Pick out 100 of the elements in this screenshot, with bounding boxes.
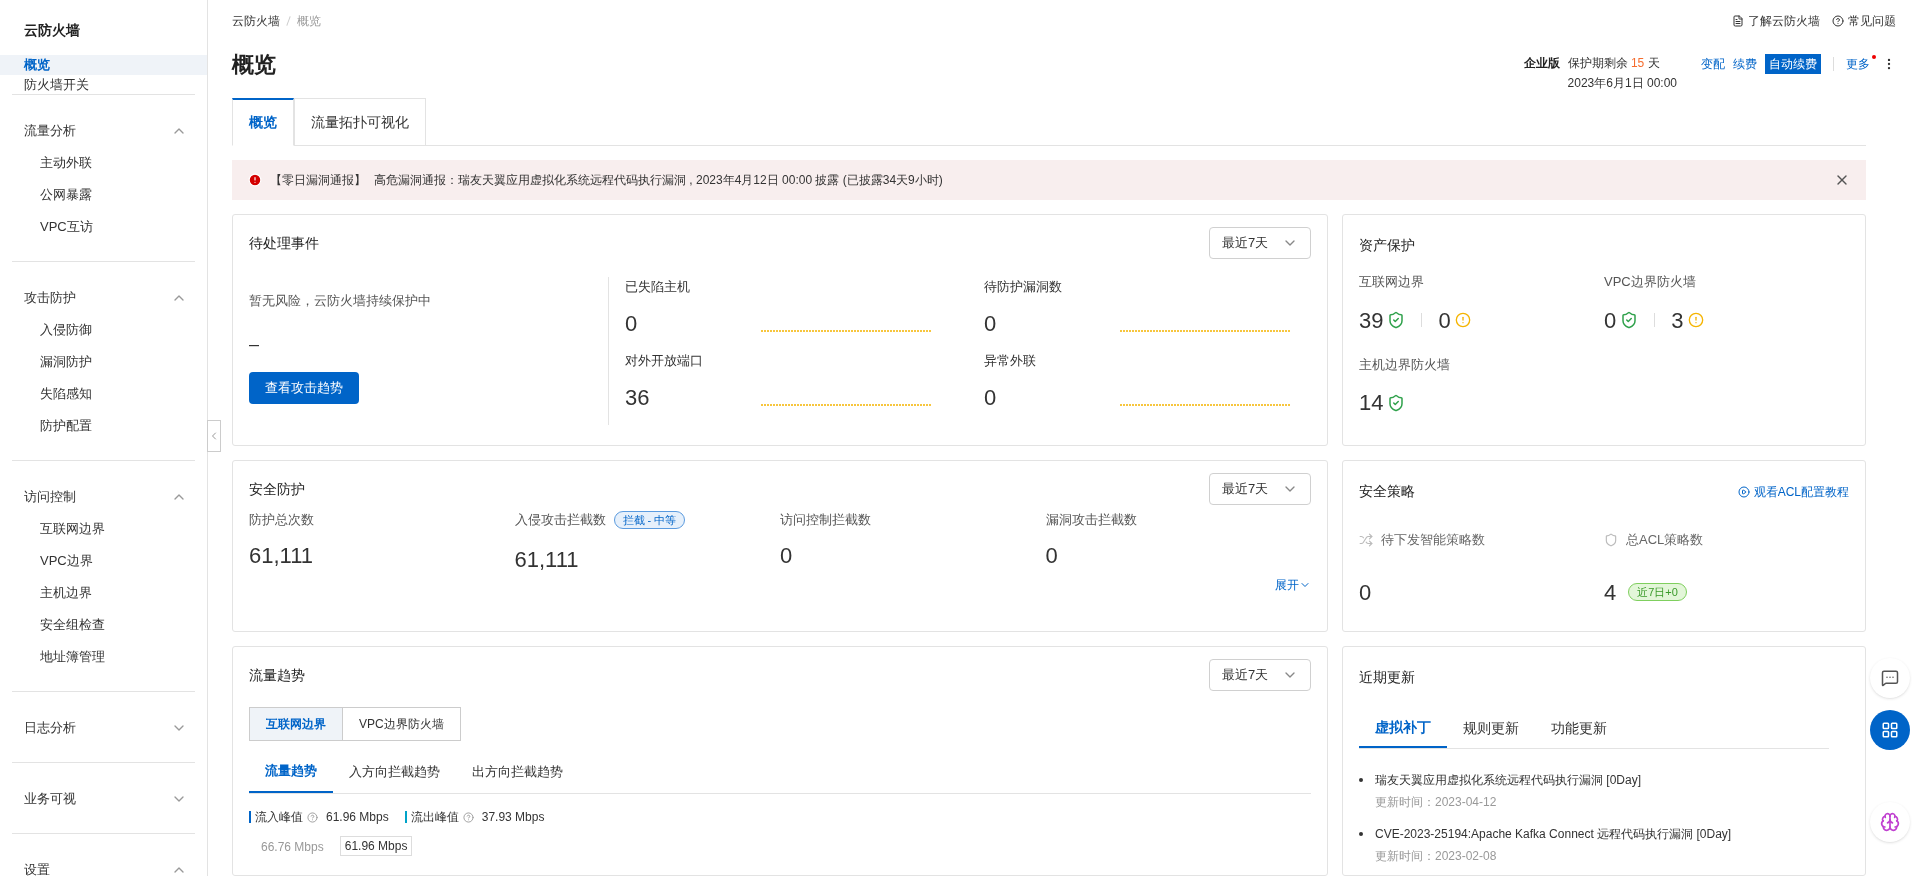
sidebar-group[interactable]: 攻击防护 [12,282,195,314]
update-tab[interactable]: 功能更新 [1535,708,1623,748]
warning-count: 3 [1671,306,1684,335]
shield-check-icon [1387,311,1406,329]
card-title: 安全策略 [1359,482,1415,501]
stat-label: 总ACL策略数 [1626,531,1704,549]
alert-icon [1454,312,1471,328]
expiry-date: 2023年6月1日 00:00 [1567,75,1677,92]
card-title: 资产保护 [1359,236,1416,255]
sidebar-item[interactable]: 互联网边界 [12,513,195,545]
peak-label: 流出峰值 [410,809,459,826]
sidebar-group[interactable]: 流量分析 [12,115,195,147]
sidebar-item[interactable]: 失陷感知 [12,378,195,410]
update-title[interactable]: CVE-2023-25194:Apache Kafka Connect 远程代码执行漏洞 [0Day] [1375,825,1732,843]
bullet-icon [1359,832,1363,836]
sidebar-item[interactable]: 主机边界 [12,577,195,609]
update-tab[interactable]: 规则更新 [1447,708,1535,748]
protected-count: 0 [1604,306,1617,335]
attack-trend-button[interactable]: 查看攻击趋势 [249,371,359,404]
segment-button[interactable]: VPC边界防火墙 [343,707,461,741]
sidebar-item[interactable]: 安全组检查 [12,609,195,641]
sidebar-item[interactable]: 防护配置 [12,410,195,442]
stat-value: 0 [1045,542,1059,570]
page-tab[interactable]: 流量拓扑可视化 [294,98,426,146]
range-select[interactable]: 最近7天 [1209,659,1311,691]
alert-icon [248,173,262,187]
trend-badge: 近7日+0 [1628,583,1687,601]
brain-icon [1880,812,1900,832]
peak-value: 61.96 Mbps [326,809,389,826]
metric-value: 0 [984,309,998,338]
sidebar-item[interactable]: 公网暴露 [12,179,195,211]
protected-count: 39 [1359,306,1384,335]
stat-label: 访问控制拦截数 [780,511,871,530]
action-link[interactable]: 续费 [1733,55,1757,73]
stat-value: 4 [1604,578,1617,607]
metric-value: 0 [625,309,639,338]
sidebar-item[interactable]: 概览 [0,55,207,75]
range-select[interactable]: 最近7天 [1209,473,1311,505]
action-link[interactable]: 变配 [1701,55,1725,73]
chart-tab[interactable]: 流量趋势 [249,751,333,793]
card-title: 流量趋势 [249,665,305,685]
dash-text: – [249,332,260,356]
card-title: 安全防护 [249,479,305,499]
sidebar-group[interactable]: 业务可视 [12,783,195,815]
more-link[interactable]: 更多 [1846,55,1874,73]
update-tab[interactable]: 虚拟补丁 [1359,708,1447,748]
shield-icon [1604,532,1618,547]
card-title: 近期更新 [1359,668,1416,687]
stat-value: 0 [780,542,794,570]
help-link[interactable]: 常见问题 [1832,12,1896,30]
shield-check-icon [1387,393,1406,412]
tutorial-link[interactable]: 观看ACL配置教程 [1737,482,1849,501]
metric-value: 0 [984,383,998,412]
sidebar-group[interactable]: 设置 [12,854,195,876]
asset-label: 互联网边界 [1359,273,1425,291]
chat-icon [1881,669,1899,687]
assistant-button[interactable] [1870,802,1910,842]
page-tab[interactable]: 概览 [232,98,294,146]
sidebar-title: 云防火墙 [23,21,81,40]
sidebar-item[interactable]: 防火墙开关 [0,74,207,94]
sidebar-item[interactable]: 漏洞防护 [12,346,195,378]
chart-tab[interactable]: 出方向拦截趋势 [456,751,579,793]
help-link[interactable]: 了解云防火墙 [1732,12,1820,30]
grid-icon [1881,721,1899,739]
sidebar-item[interactable]: VPC互访 [12,211,195,243]
range-select[interactable]: 最近7天 [1209,227,1311,259]
sidebar-group[interactable]: 日志分析 [12,712,195,744]
sidebar-item[interactable]: 地址簿管理 [12,641,195,673]
sidebar-item[interactable]: 主动外联 [12,147,195,179]
sidebar-item[interactable]: 入侵防御 [12,314,195,346]
stat-value: 61,111 [249,542,315,570]
document-icon [1732,15,1744,27]
stat-label: 漏洞攻击拦截数 [1045,511,1137,530]
help-icon [462,811,474,823]
expand-link[interactable]: 展开 [1275,576,1311,594]
axis-label: 66.76 Mbps [261,839,324,856]
page-title: 概览 [232,51,276,79]
help-icon [1832,15,1844,27]
sidebar-group[interactable]: 访问控制 [12,481,195,513]
asset-label: 主机边界防火墙 [1359,355,1451,374]
peak-value: 37.93 Mbps [481,809,545,826]
alert-text: 高危漏洞通报：瑞友天翼应用虚拟化系统远程代码执行漏洞 , 2023年4月12日 00:00 披露 (已披露34天9小时) [374,172,944,189]
play-icon [1737,485,1750,498]
auto-renew-button[interactable]: 自动续费 [1765,54,1821,74]
alert-icon [1687,312,1704,328]
peak-label: 流入峰值 [255,809,303,826]
stat-value: 0 [1359,578,1372,607]
update-title[interactable]: 瑞友天翼应用虚拟化系统远程代码执行漏洞 [0Day] [1375,771,1641,789]
chart-tab[interactable]: 入方向拦截趋势 [333,751,456,793]
sidebar-item[interactable]: VPC边界 [12,545,195,577]
segment-button[interactable]: 互联网边界 [249,707,343,741]
help-icon [307,811,318,823]
metric-value: 36 [625,383,651,412]
bullet-icon [1359,778,1363,782]
breadcrumb-item[interactable]: 云防火墙 [232,12,280,30]
shuffle-icon [1359,532,1373,547]
chat-button[interactable] [1870,658,1910,698]
apps-button[interactable] [1870,710,1910,750]
shield-check-icon [1620,311,1639,329]
remaining-text: 保护期剩余 15 天 [1567,55,1661,72]
